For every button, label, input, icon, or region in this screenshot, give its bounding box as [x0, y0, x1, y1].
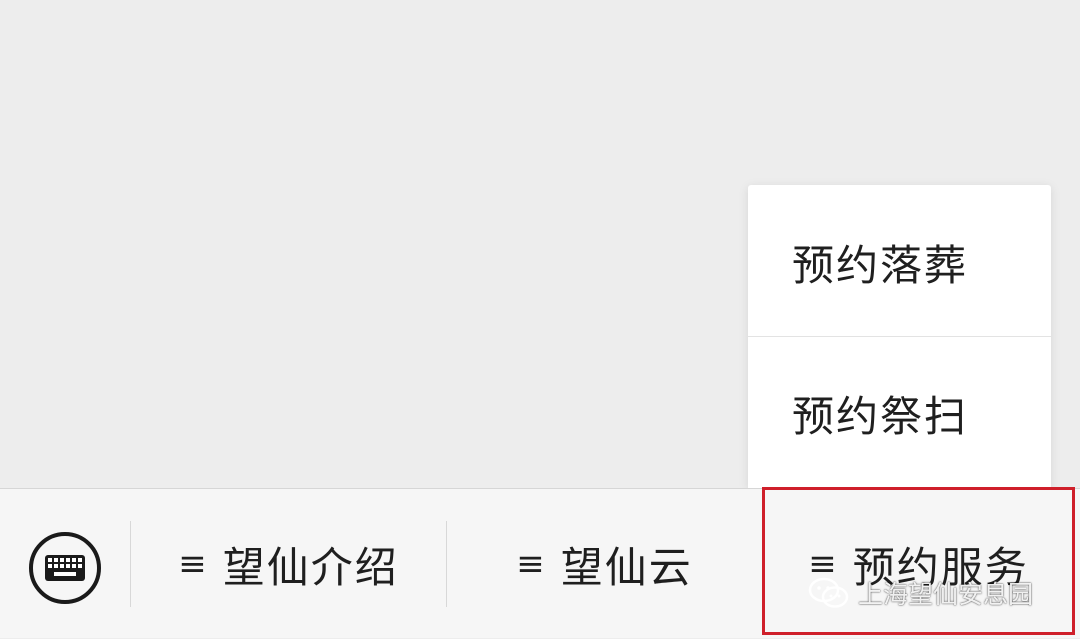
- submenu-divider: [748, 336, 1051, 337]
- menu-lines-icon: ≡: [178, 544, 209, 584]
- menu-button-label: 预约服务: [852, 542, 1029, 592]
- submenu-item-book-visit[interactable]: 预约祭扫: [748, 338, 1051, 488]
- menu-button-wangxian-cloud[interactable]: ≡ 望仙云: [447, 489, 762, 639]
- menu-button-booking-service[interactable]: ≡ 预约服务: [762, 489, 1075, 639]
- bottom-menu-bar: ≡ 望仙介绍 ≡ 望仙云 ≡ 预约服务: [0, 488, 1080, 638]
- keyboard-icon: [29, 532, 101, 604]
- menu-button-label: 望仙云: [560, 542, 693, 592]
- submenu-item-label: 预约落葬: [792, 240, 969, 290]
- menu-button-wangxian-intro[interactable]: ≡ 望仙介绍: [131, 489, 446, 639]
- submenu-popup: 预约落葬 预约祭扫: [748, 185, 1051, 488]
- submenu-item-book-burial[interactable]: 预约落葬: [748, 187, 1051, 337]
- submenu-item-label: 预约祭扫: [792, 391, 969, 441]
- keyboard-toggle-button[interactable]: [28, 531, 102, 605]
- menu-lines-icon: ≡: [516, 544, 547, 584]
- menu-button-label: 望仙介绍: [222, 542, 399, 592]
- menu-lines-icon: ≡: [808, 544, 839, 584]
